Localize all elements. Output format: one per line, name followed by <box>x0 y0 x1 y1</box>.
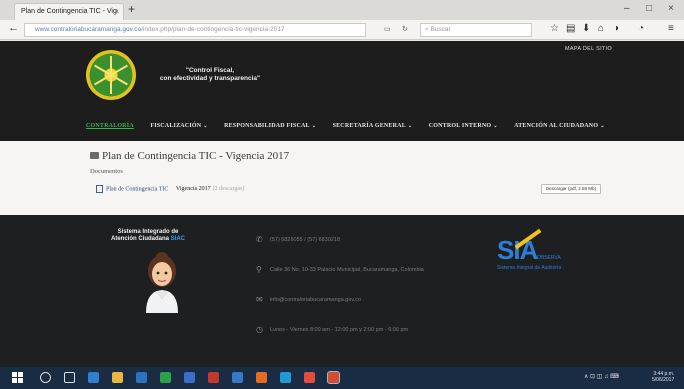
siac-acronym: SIAC <box>170 236 186 242</box>
url-host: www.contraloriabucaramanga.gov.co <box>35 26 142 33</box>
siac-line2: Atención Ciudadana <box>110 236 169 242</box>
excel-icon[interactable] <box>160 372 171 383</box>
pocket-icon[interactable]: ◗ <box>614 23 620 34</box>
download-icon[interactable]: ⬇ <box>582 23 590 34</box>
outlook-icon[interactable] <box>232 372 243 383</box>
chrome-icon[interactable] <box>304 372 315 383</box>
browser-tab[interactable]: Plan de Contingencia TIC - Vig × <box>14 3 124 20</box>
sia-sub1: OBSERVA <box>537 255 561 261</box>
edge-icon[interactable] <box>88 372 99 383</box>
new-tab-button[interactable]: + <box>128 2 135 16</box>
siac-line1: Sistema Integrado de <box>117 229 179 235</box>
extension-icon[interactable]: ◔ <box>638 23 644 34</box>
chevron-down-icon: ⌄ <box>493 124 498 129</box>
store-icon[interactable] <box>136 372 147 383</box>
page-title: Plan de Contingencia TIC - Vigencia 2017 <box>90 150 289 162</box>
minimize-button[interactable]: – <box>624 3 630 14</box>
menu-item-fiscalizacion[interactable]: FISCALIZACIÓN ⌄ <box>150 123 207 129</box>
address-bar[interactable]: www.contraloriabucaramanga.gov.co/index.… <box>24 23 366 37</box>
clock-icon: ◷ <box>256 325 263 334</box>
search-input[interactable]: ⌕ Buscar <box>420 23 532 37</box>
menu-label: ATENCIÓN AL CIUDADANO <box>514 123 599 129</box>
main-menu: CONTRALORÍA FISCALIZACIÓN ⌄ RESPONSABILID… <box>86 114 617 129</box>
back-arrow-icon[interactable]: ← <box>8 22 19 34</box>
file-icon <box>96 185 103 193</box>
taskbar-clock[interactable]: 3:44 p.m. 5/06/2017 <box>652 371 674 383</box>
bookmarks-icon[interactable]: ▤ <box>566 23 575 34</box>
firefox-icon[interactable] <box>256 372 267 383</box>
email-icon: ✉ <box>256 295 263 304</box>
start-button[interactable] <box>12 372 23 383</box>
phone-icon: ✆ <box>256 235 263 244</box>
task-view-icon[interactable] <box>64 372 75 383</box>
menu-label: CONTROL INTERNO <box>428 123 492 129</box>
document-downloads: (2 descargas) <box>212 186 245 193</box>
sia-sub2: Sistema Integral de Auditoría <box>497 265 562 271</box>
contraloria-logo[interactable] <box>86 50 136 100</box>
menu-item-responsabilidad-fiscal[interactable]: RESPONSABILIDAD FISCAL ⌄ <box>224 123 316 129</box>
site-map-link[interactable]: MAPA DEL SITIO <box>565 46 612 52</box>
clock-date: 5/06/2017 <box>652 377 675 383</box>
chevron-down-icon: ⌄ <box>407 124 413 129</box>
sia-brand: SIA <box>497 235 538 265</box>
page-title-text: Plan de Contingencia TIC - Vigencia 2017 <box>102 150 290 162</box>
contact-address: Calle 36 No. 10-33 Palacio Municipal, Bu… <box>270 267 424 273</box>
site-header: MAPA DEL SITIO "Control Fiscal, con efec… <box>0 41 684 141</box>
menu-item-control-interno[interactable]: CONTROL INTERNO ⌄ <box>429 123 498 129</box>
document-link[interactable]: Plan de Contingencia TIC <box>106 186 168 192</box>
word-icon[interactable] <box>184 372 195 383</box>
file-explorer-icon[interactable] <box>112 372 123 383</box>
reader-mode-icon[interactable]: ▭ <box>384 25 391 33</box>
star-icon[interactable]: ☆ <box>550 23 559 34</box>
system-tray[interactable]: ∧ ⊡ ◫ ♫ ⌨ <box>584 373 619 380</box>
download-button[interactable]: Descargar (pdf, 2.58 Mb) <box>541 184 601 194</box>
folder-icon <box>90 152 99 159</box>
menu-icon[interactable]: ≡ <box>668 23 674 34</box>
main-content: Plan de Contingencia TIC - Vigencia 2017… <box>0 141 684 215</box>
slogan-line1: "Control Fiscal, <box>185 67 235 74</box>
search-icon[interactable] <box>40 372 51 383</box>
close-tab-icon[interactable]: × <box>114 4 119 20</box>
close-window-button[interactable]: × <box>668 3 674 14</box>
location-icon: ⚲ <box>256 265 262 274</box>
menu-label: FISCALIZACIÓN <box>150 123 202 129</box>
active-app-icon[interactable] <box>327 371 340 384</box>
site-footer: Sistema Integrado de Atención Ciudadana … <box>0 215 684 367</box>
url-path: /index.php/plan-de-contingencia-tic-vige… <box>141 26 285 33</box>
browser-nav-bar: ← www.contraloriabucaramanga.gov.co/inde… <box>0 20 684 40</box>
menu-label: SECRETARÍA GENERAL <box>332 123 406 129</box>
siac-title: Sistema Integrado de Atención Ciudadana … <box>108 229 188 243</box>
sia-logo[interactable]: SIA OBSERVA Sistema Integral de Auditorí… <box>497 228 561 271</box>
search-placeholder: Buscar <box>430 26 451 33</box>
home-icon[interactable]: ⌂ <box>598 23 604 34</box>
chevron-down-icon: ⌄ <box>600 124 605 129</box>
slogan-line2: con efectividad y transparencia" <box>159 75 261 82</box>
powerpoint-icon[interactable] <box>208 372 219 383</box>
menu-item-atencion-ciudadano[interactable]: ATENCIÓN AL CIUDADANO ⌄ <box>514 123 605 129</box>
reload-icon[interactable]: ↻ <box>402 25 408 33</box>
menu-item-contraloria[interactable]: CONTRALORÍA <box>86 123 134 129</box>
contact-hours: Lunes - Viernes 8:00 am - 12:00 pm y 2:0… <box>270 327 409 333</box>
menu-label: RESPONSABILIDAD FISCAL <box>224 123 310 129</box>
chevron-down-icon: ⌄ <box>203 124 208 129</box>
site-slogan: "Control Fiscal, con efectividad y trans… <box>140 67 280 83</box>
contact-phone: (57) 6826055 / (57) 6830218 <box>270 237 341 243</box>
chevron-down-icon: ⌄ <box>311 124 317 129</box>
document-suffix: Vigencia 2017 <box>175 186 211 193</box>
assistant-avatar <box>146 252 178 313</box>
windows-taskbar: ∧ ⊡ ◫ ♫ ⌨ 3:44 p.m. 5/06/2017 <box>0 367 684 389</box>
document-row: Plan de Contingencia TIC Vigencia 2017 (2… <box>96 185 244 193</box>
menu-item-secretaria-general[interactable]: SECRETARÍA GENERAL ⌄ <box>333 123 413 129</box>
tab-title: Plan de Contingencia TIC - Vig <box>21 8 117 15</box>
browser-tab-bar: Plan de Contingencia TIC - Vig × + – □ × <box>0 0 684 20</box>
contact-email[interactable]: info@contraloriabucaramanga.gov.co <box>270 297 361 303</box>
maximize-button[interactable]: □ <box>646 3 652 14</box>
skype-icon[interactable] <box>280 372 291 383</box>
documents-label: Documentos <box>90 168 123 175</box>
